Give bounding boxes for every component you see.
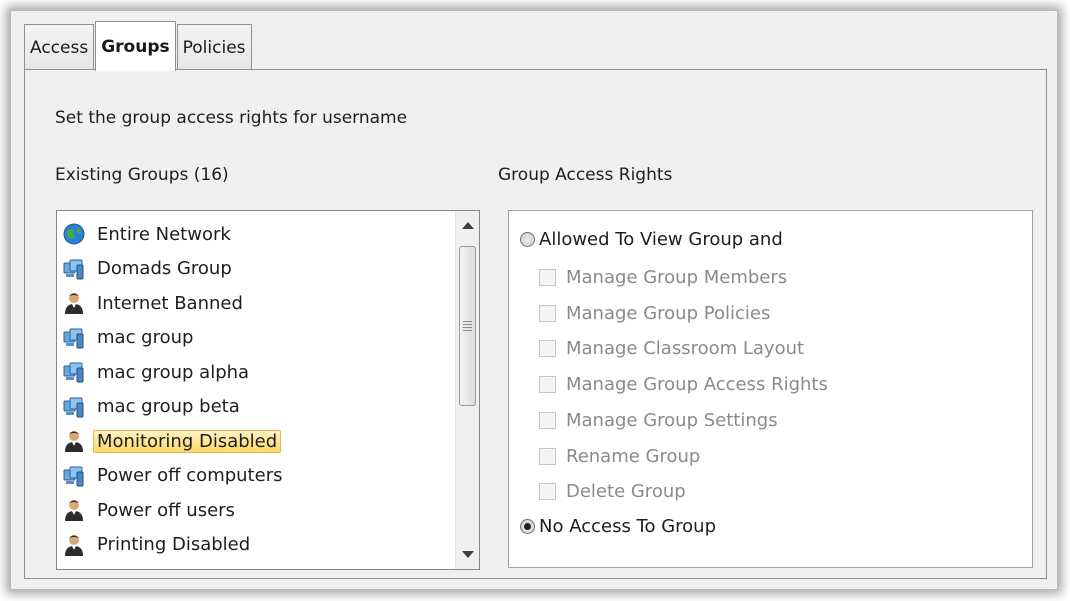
list-scrollbar[interactable] [455, 211, 479, 569]
scroll-up-button[interactable] [456, 214, 479, 236]
group-list-item[interactable]: Power off users [60, 493, 453, 528]
permission-checkbox-row: Manage Group Settings [539, 410, 778, 431]
scroll-thumb[interactable] [459, 246, 476, 406]
tab-access[interactable]: Access [24, 24, 95, 70]
group-name: Power off users [97, 499, 235, 521]
group-list-item[interactable]: mac group [60, 321, 453, 356]
group-name: Power off computers [97, 465, 283, 487]
checkbox[interactable] [539, 340, 556, 358]
tab-groups[interactable]: Groups [95, 21, 176, 71]
computer-group-icon [62, 257, 86, 281]
user-group-icon [62, 429, 86, 453]
radio-button-checked[interactable] [520, 519, 535, 534]
allowed-to-view-radio[interactable]: Allowed To View Group and [520, 229, 783, 250]
permission-label: Manage Group Settings [566, 409, 778, 431]
permission-label: Manage Group Members [566, 267, 788, 288]
group-access-rights-box: Allowed To View Group and Manage Group M… [508, 210, 1033, 568]
existing-groups-label: Existing Groups (16) [55, 165, 229, 185]
grip-icon [463, 321, 472, 333]
group-list-item[interactable]: Internet Banned [60, 286, 453, 321]
group-name: Internet Banned [97, 292, 243, 314]
tab-strip: Access Groups Policies [24, 21, 253, 71]
arrow-down-icon [461, 551, 474, 558]
group-list-item[interactable]: mac group alpha [60, 355, 453, 390]
permission-label: Manage Group Policies [566, 302, 771, 324]
checkbox[interactable] [539, 483, 556, 501]
group-list-items: Entire Network Domads Group Internet Banne… [60, 217, 453, 562]
group-name: Monitoring Disabled [93, 429, 282, 453]
group-name: Printing Disabled [97, 534, 251, 556]
groups-tab-panel: Set the group access rights for username… [24, 69, 1047, 579]
permission-label: Manage Classroom Layout [566, 338, 805, 360]
panel-description: Set the group access rights for username [55, 108, 408, 128]
group-list-item[interactable]: Domads Group [60, 252, 453, 287]
group-list-item[interactable]: Entire Network [60, 217, 453, 252]
permission-label: Rename Group [566, 445, 701, 467]
group-name: mac group alpha [97, 361, 250, 383]
permission-label: Manage Group Access Rights [566, 374, 828, 396]
group-name: mac group [97, 327, 194, 349]
no-access-label: No Access To Group [539, 516, 717, 537]
permission-checkbox-row: Manage Group Policies [539, 303, 770, 324]
computer-group-icon [62, 395, 86, 419]
group-name: Entire Network [97, 223, 231, 245]
computer-group-icon [62, 360, 86, 384]
permission-checkbox-row: Delete Group [539, 481, 686, 502]
computer-group-icon [62, 326, 86, 350]
group-access-rights-label: Group Access Rights [498, 165, 673, 185]
checkbox[interactable] [539, 269, 556, 286]
checkbox[interactable] [539, 376, 556, 394]
user-group-icon [62, 533, 86, 557]
group-list-item[interactable]: Printing Disabled [60, 528, 453, 563]
checkbox[interactable] [539, 447, 556, 465]
group-list-item[interactable]: Monitoring Disabled [60, 424, 453, 459]
permission-label: Delete Group [566, 481, 686, 503]
permission-checkbox-row: Manage Group Access Rights [539, 374, 828, 395]
no-access-radio[interactable]: No Access To Group [520, 516, 716, 537]
arrow-up-icon [461, 222, 474, 229]
user-group-icon [62, 291, 86, 315]
scroll-down-button[interactable] [456, 544, 479, 566]
computer-group-icon [62, 464, 86, 488]
existing-groups-list[interactable]: Entire Network Domads Group Internet Banne… [56, 210, 480, 570]
user-group-icon [62, 498, 86, 522]
radio-button[interactable] [520, 232, 535, 247]
globe-icon [62, 222, 86, 246]
allowed-to-view-label: Allowed To View Group and [539, 229, 783, 250]
checkbox[interactable] [539, 411, 556, 429]
group-list-item[interactable]: mac group beta [60, 390, 453, 425]
permission-checkbox-row: Manage Group Members [539, 267, 787, 288]
group-name: Domads Group [97, 258, 232, 280]
permission-checkbox-row: Manage Classroom Layout [539, 338, 804, 359]
tab-policies[interactable]: Policies [176, 24, 252, 70]
group-list-item[interactable]: Power off computers [60, 459, 453, 494]
checkbox[interactable] [539, 304, 556, 322]
permission-checkbox-row: Rename Group [539, 446, 700, 467]
group-name: mac group beta [97, 396, 240, 418]
